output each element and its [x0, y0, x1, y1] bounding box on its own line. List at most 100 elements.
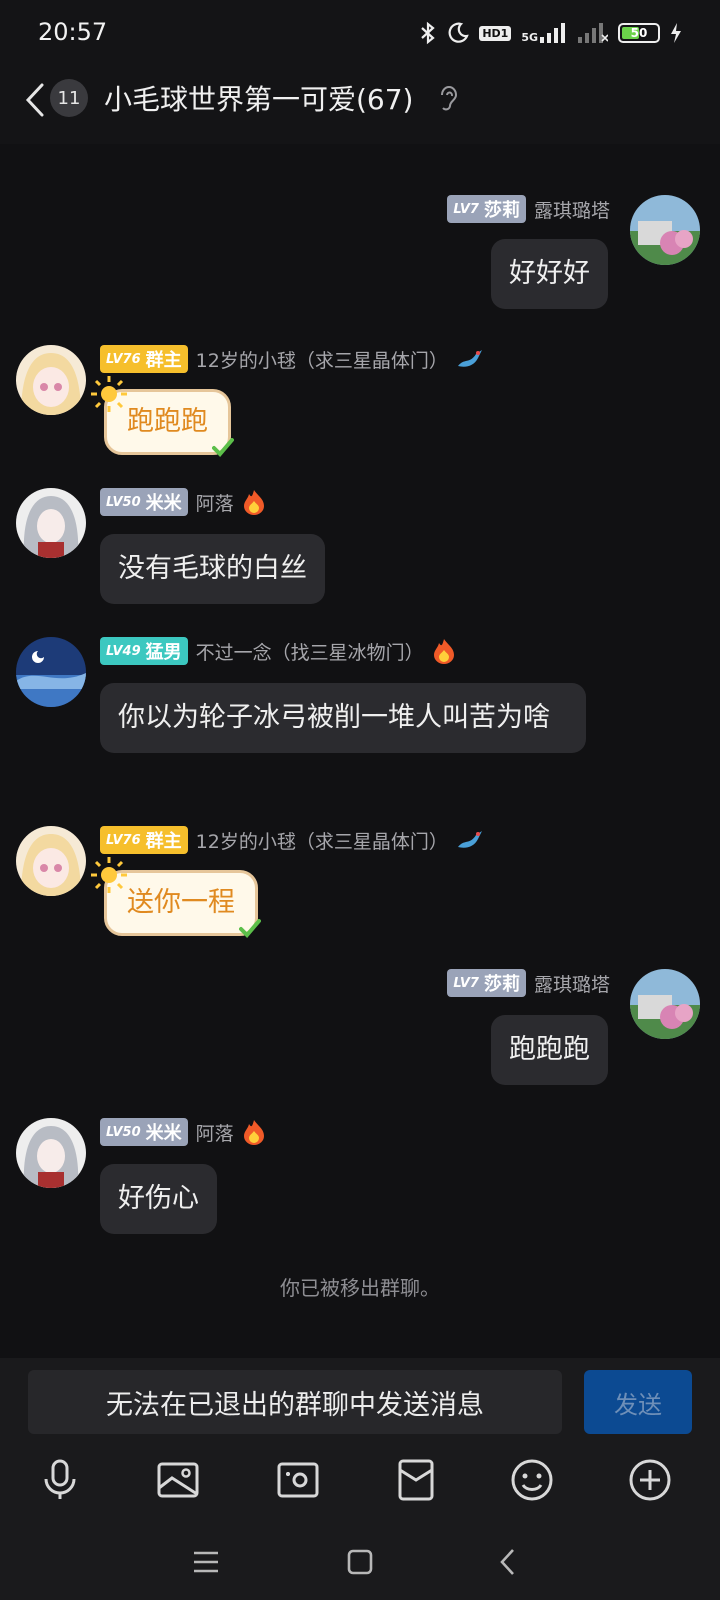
avatar[interactable]	[16, 637, 86, 707]
sender-info: LV7 莎莉 露琪璐塔	[447, 969, 610, 997]
level-text: LV50	[106, 1124, 141, 1140]
leaf-icon	[212, 438, 234, 457]
level-badge: LV76 群主	[100, 826, 188, 854]
dragon-icon	[457, 831, 482, 848]
level-text: LV50	[106, 494, 141, 510]
message-bubble[interactable]: 跑跑跑	[91, 376, 234, 457]
chat-header: 11 小毛球世界第一可爱(67)	[0, 66, 720, 144]
battery-icon: 50	[618, 23, 660, 43]
camera-icon[interactable]	[276, 1458, 320, 1502]
moon-icon	[448, 22, 470, 43]
sender-name[interactable]: 阿落	[196, 1119, 234, 1146]
system-notice: 你已被移出群聊。	[280, 1276, 440, 1300]
message-item: LV76 群主 12岁的小毬（求三星晶体门） 送你一程	[0, 826, 720, 956]
avatar[interactable]	[16, 345, 86, 415]
level-badge: LV7 莎莉	[447, 969, 526, 997]
emoji-icon[interactable]	[510, 1458, 554, 1502]
message-text: 跑跑跑	[127, 406, 208, 437]
plus-icon[interactable]	[628, 1458, 672, 1502]
microphone-icon[interactable]	[38, 1458, 82, 1502]
level-badge: LV7 莎莉	[447, 195, 526, 223]
level-text: LV76	[106, 832, 141, 848]
avatar[interactable]	[16, 1118, 86, 1188]
level-badge: LV50 米米	[100, 488, 188, 516]
message-bubble[interactable]: 没有毛球的白丝	[100, 534, 325, 604]
status-time: 20:57	[38, 18, 108, 46]
message-input[interactable]: 无法在已退出的群聊中发送消息	[28, 1370, 562, 1434]
sender-info: LV50 米米 阿落	[100, 1118, 266, 1146]
level-text: LV7	[453, 975, 479, 991]
message-bubble[interactable]: 跑跑跑	[491, 1015, 608, 1085]
red-packet-icon[interactable]	[394, 1458, 438, 1502]
nav-back-button[interactable]	[488, 1544, 528, 1580]
sun-icon	[91, 857, 127, 893]
sender-info: LV7 莎莉 露琪璐塔	[447, 195, 610, 223]
avatar[interactable]	[630, 195, 700, 265]
sender-name[interactable]: 不过一念（找三星冰物门）	[196, 638, 424, 665]
input-bar: 无法在已退出的群聊中发送消息 发送	[0, 1358, 720, 1436]
message-item: LV76 群主 12岁的小毬（求三星晶体门） 跑跑跑	[0, 345, 720, 475]
image-icon[interactable]	[156, 1458, 200, 1502]
battery-level: 50	[630, 26, 648, 40]
level-text: LV7	[453, 201, 479, 217]
sender-info: LV50 米米 阿落	[100, 488, 266, 516]
chevron-left-icon	[25, 83, 44, 117]
sender-info: LV76 群主 12岁的小毬（求三星晶体门）	[100, 345, 484, 373]
menu-icon	[194, 1551, 218, 1573]
member-title: 米米	[145, 1123, 182, 1144]
message-bubble[interactable]: 好好好	[491, 239, 608, 309]
sender-name[interactable]: 阿落	[196, 489, 234, 516]
back-icon	[500, 1549, 514, 1575]
message-bubble[interactable]: 好伤心	[100, 1164, 217, 1234]
unread-count-badge[interactable]: 11	[50, 79, 88, 117]
avatar[interactable]	[16, 826, 86, 896]
system-nav-bar	[0, 1524, 720, 1600]
group-title[interactable]: 小毛球世界第一可爱(67)	[104, 78, 413, 118]
message-item: LV7 莎莉 露琪璐塔 跑跑跑	[0, 969, 720, 1099]
sun-icon	[91, 376, 127, 412]
message-item: LV50 米米 阿落 好伤心	[0, 1118, 720, 1248]
member-title: 群主	[145, 831, 182, 852]
dragon-icon	[457, 350, 482, 367]
status-icons: HD1 5G 50	[419, 18, 682, 48]
charging-icon	[671, 23, 681, 43]
level-badge: LV50 米米	[100, 1118, 188, 1146]
message-item: LV49 猛男 不过一念（找三星冰物门） 你以为轮子冰弓被削一堆人叫苦为啥	[0, 637, 720, 807]
level-text: LV49	[106, 643, 141, 659]
fire-icon	[243, 490, 264, 515]
sender-name[interactable]: 露琪璐塔	[534, 970, 610, 997]
member-title: 莎莉	[483, 974, 520, 995]
sender-name[interactable]: 露琪璐塔	[534, 196, 610, 223]
sender-info: LV76 群主 12岁的小毬（求三星晶体门）	[100, 826, 484, 854]
sender-name[interactable]: 12岁的小毬（求三星晶体门）	[196, 346, 448, 373]
level-badge: LV49 猛男	[100, 637, 188, 665]
send-button[interactable]: 发送	[584, 1370, 692, 1434]
signal-5g-icon: 5G	[521, 23, 568, 43]
home-button[interactable]	[340, 1544, 380, 1580]
sender-info: LV49 猛男 不过一念（找三星冰物门）	[100, 637, 456, 665]
message-item: LV7 莎莉 露琪璐塔 好好好	[0, 195, 720, 325]
fire-icon	[433, 639, 454, 664]
message-text: 送你一程	[127, 887, 235, 918]
message-list[interactable]: LV7 莎莉 露琪璐塔 好好好 LV76 群主 12岁的小毬（求三星晶体门） 跑…	[0, 144, 720, 1358]
message-bubble[interactable]: 送你一程	[91, 857, 261, 938]
menu-button[interactable]	[186, 1544, 226, 1580]
message-bubble[interactable]: 你以为轮子冰弓被削一堆人叫苦为啥	[100, 683, 586, 753]
leaf-icon	[239, 919, 261, 938]
member-title: 群主	[145, 350, 182, 371]
fire-icon	[243, 1120, 264, 1145]
member-title: 莎莉	[483, 200, 520, 221]
avatar[interactable]	[630, 969, 700, 1039]
bluetooth-icon	[421, 21, 436, 45]
member-title: 米米	[145, 493, 182, 514]
ear-icon[interactable]	[438, 84, 460, 114]
status-bar: 20:57 HD1 5G 50	[0, 0, 720, 66]
sender-name[interactable]: 12岁的小毬（求三星晶体门）	[196, 827, 448, 854]
level-badge: LV76 群主	[100, 345, 188, 373]
network-label: 5G	[521, 31, 538, 44]
input-toolbar	[0, 1436, 720, 1524]
back-button[interactable]	[20, 80, 50, 120]
avatar[interactable]	[16, 488, 86, 558]
member-title: 猛男	[145, 642, 182, 663]
signal-weak-icon	[578, 23, 608, 43]
